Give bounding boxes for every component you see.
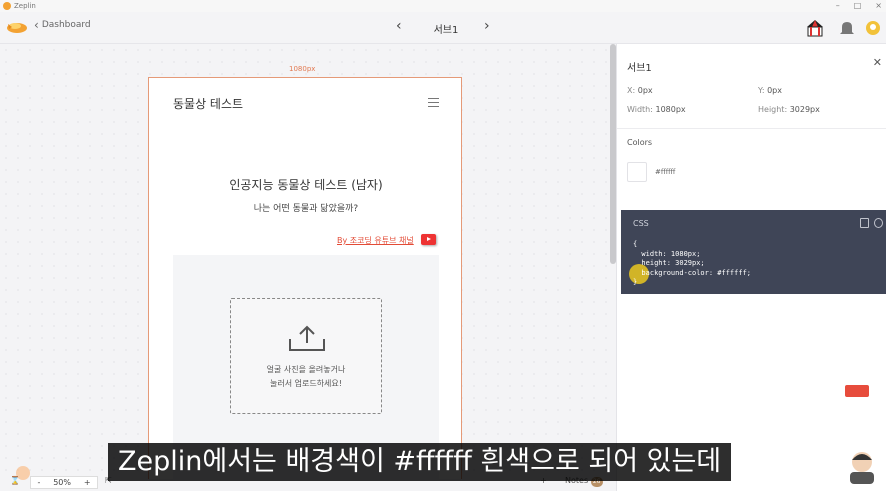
css-code-panel: CSS { width: 1080px; height: 3029px; bac… <box>621 210 886 294</box>
artboard-heading: 인공지능 동물상 테스트 (남자) <box>229 178 383 192</box>
close-window-icon[interactable]: × <box>875 0 882 12</box>
inspector-panel: 서브1 ✕ X: 0px Y: 0px Width: 1080px Height… <box>616 44 886 491</box>
color-swatch[interactable] <box>627 162 647 182</box>
panel-title: 서브1 <box>627 63 652 74</box>
copy-icon[interactable] <box>860 218 869 228</box>
zeplin-logo-icon[interactable] <box>6 20 28 34</box>
zoom-control: - 50% + <box>30 476 98 489</box>
zoom-in-button[interactable]: + <box>84 478 91 487</box>
youtube-channel-link[interactable]: By 조코딩 유튜브 채널 <box>337 235 414 246</box>
back-to-dashboard-link[interactable]: ‹ Dashboard <box>34 18 91 32</box>
css-line: { <box>633 240 638 248</box>
user-avatar-icon[interactable] <box>864 19 882 37</box>
prop-y: Y: 0px <box>758 86 782 95</box>
divider <box>617 128 886 129</box>
css-code-block[interactable]: { width: 1080px; height: 3029px; backgro… <box>633 240 751 288</box>
prop-y-value[interactable]: 0px <box>767 86 782 95</box>
css-line: width: 1080px; <box>633 249 701 258</box>
zoom-out-button[interactable]: - <box>37 478 40 487</box>
app-name: Zeplin <box>14 2 36 10</box>
css-label: CSS <box>633 219 649 228</box>
close-panel-icon[interactable]: ✕ <box>873 56 882 69</box>
prop-x: X: 0px <box>627 86 653 95</box>
prop-width-label: Width: <box>627 105 653 114</box>
hourglass-icon[interactable]: ⌛ <box>10 476 20 485</box>
upload-text-line-1: 얼굴 사진을 올려놓거나 <box>266 365 346 374</box>
prop-height: Height: 3029px <box>758 105 820 114</box>
upload-text-line-2: 눌러서 업로드하세요! <box>270 379 342 388</box>
screen-name: 서브1 <box>433 25 459 36</box>
colors-label: Colors <box>627 138 653 147</box>
color-swatch-hex[interactable]: #ffffff <box>655 168 675 176</box>
artboard[interactable]: 동물상 테스트 인공지능 동물상 테스트 (남자) 나는 어떤 동물과 닮았을까… <box>148 77 462 491</box>
window-titlebar: Zeplin – □ × <box>0 0 886 12</box>
youtube-icon[interactable] <box>421 234 436 245</box>
prop-width: Width: 1080px <box>627 105 686 114</box>
channel-sticker-icon <box>845 385 869 397</box>
upload-icon <box>289 325 325 351</box>
circus-tent-icon[interactable] <box>806 19 824 37</box>
prop-height-label: Height: <box>758 105 788 114</box>
artboard-title: 동물상 테스트 <box>173 97 244 111</box>
css-line: background-color: #ffffff; <box>633 268 752 277</box>
zeplin-app-icon <box>3 2 11 10</box>
prop-height-value[interactable]: 3029px <box>790 105 820 114</box>
video-subtitle: Zeplin에서는 배경색이 #ffffff 흰색으로 되어 있는데 <box>108 443 732 481</box>
prop-width-value[interactable]: 1080px <box>655 105 685 114</box>
chevron-left-icon: ‹ <box>34 18 39 32</box>
minimize-icon[interactable]: – <box>836 0 840 12</box>
settings-icon[interactable] <box>874 218 883 228</box>
next-screen-icon[interactable]: › <box>484 18 490 34</box>
notification-bell-icon[interactable] <box>838 19 856 37</box>
window-controls: – □ × <box>836 0 882 12</box>
artboard-subheading: 나는 어떤 동물과 닮았을까? <box>253 204 359 214</box>
upload-dropzone[interactable]: 얼굴 사진을 올려놓거나 눌러서 업로드하세요! <box>230 298 382 414</box>
css-line: height: 3029px; <box>633 259 705 267</box>
zoom-level[interactable]: 50% <box>53 478 71 487</box>
prop-x-label: X: <box>627 86 636 95</box>
css-line: } <box>633 278 638 286</box>
prop-y-label: Y: <box>758 86 765 95</box>
presenter-avatar-icon <box>850 452 874 484</box>
maximize-icon[interactable]: □ <box>854 0 862 12</box>
prop-x-value[interactable]: 0px <box>638 86 653 95</box>
artboard-width-tag: 1080px <box>289 65 316 73</box>
back-label: Dashboard <box>41 20 91 30</box>
hamburger-menu-icon[interactable] <box>428 98 439 110</box>
upload-instructions: 얼굴 사진을 올려놓거나 눌러서 업로드하세요! <box>231 363 381 391</box>
toolbar: ‹ Dashboard ‹ 서브1 › <box>0 12 886 44</box>
previous-screen-icon[interactable]: ‹ <box>396 18 402 34</box>
